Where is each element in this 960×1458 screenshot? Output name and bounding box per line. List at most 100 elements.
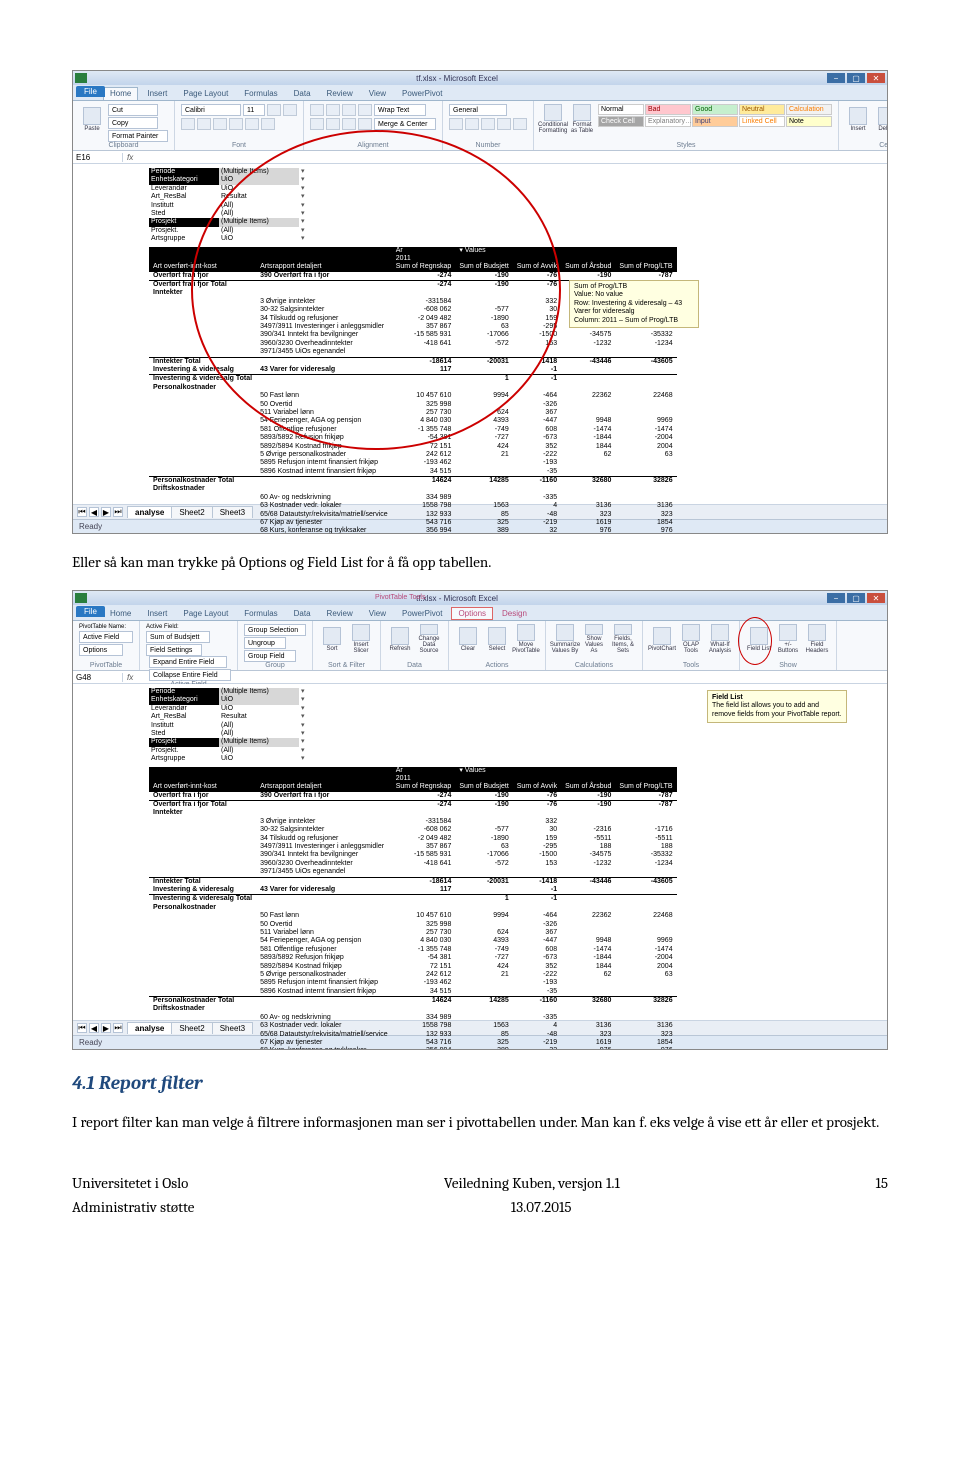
table-cell[interactable] <box>149 988 256 997</box>
tab-insert[interactable]: Insert <box>140 87 174 100</box>
table-cell[interactable]: 352 <box>513 963 561 971</box>
table-cell[interactable]: 9969 <box>615 417 676 425</box>
table-cell[interactable]: 325 <box>455 519 512 527</box>
minimize-button[interactable]: − <box>827 593 845 603</box>
table-cell[interactable]: 389 <box>455 527 512 534</box>
table-cell[interactable]: -54 381 <box>392 954 456 962</box>
cell-style-option[interactable]: Linked Cell <box>739 116 785 127</box>
table-cell[interactable] <box>455 818 512 826</box>
cond-format-button[interactable]: Conditional Formatting <box>540 104 566 134</box>
table-cell[interactable]: 4 <box>513 502 561 510</box>
table-cell[interactable]: -43446 <box>561 357 615 366</box>
table-cell[interactable] <box>149 1047 256 1050</box>
format-table-button[interactable]: Format as Table <box>569 104 595 134</box>
table-cell[interactable] <box>561 485 615 493</box>
table-cell[interactable] <box>455 348 512 357</box>
tab-powerpivot[interactable]: PowerPivot <box>395 607 449 620</box>
table-cell[interactable]: -331584 <box>392 818 456 826</box>
wrap-text-button[interactable]: Wrap Text <box>374 104 426 116</box>
select-button[interactable]: Select <box>484 624 510 654</box>
table-cell[interactable] <box>513 485 561 493</box>
table-cell[interactable]: -1 355 748 <box>392 426 456 434</box>
table-cell[interactable] <box>455 468 512 477</box>
table-cell[interactable]: -222 <box>513 451 561 459</box>
table-cell[interactable]: -20031 <box>455 877 512 886</box>
table-cell[interactable] <box>561 348 615 357</box>
column-header[interactable]: Artsrapport detaljert <box>256 783 392 791</box>
table-cell[interactable]: 34 Tilskudd og refusjoner <box>256 315 392 323</box>
table-cell[interactable]: -1844 <box>561 434 615 442</box>
table-cell[interactable] <box>149 851 256 859</box>
whatif-button[interactable]: What-If Analysis <box>707 624 733 654</box>
table-cell[interactable]: -274 <box>392 272 456 281</box>
table-cell[interactable] <box>615 384 676 392</box>
table-cell[interactable] <box>615 895 676 904</box>
filter-value[interactable]: Resultat <box>219 193 299 201</box>
table-cell[interactable] <box>455 868 512 877</box>
filter-value[interactable]: Resultat <box>219 713 299 721</box>
table-cell[interactable]: 50 Overtid <box>256 921 392 929</box>
table-cell[interactable] <box>615 494 676 502</box>
table-cell[interactable] <box>149 511 256 519</box>
slicer-button[interactable]: Insert Slicer <box>348 624 374 654</box>
table-cell[interactable]: 5893/5892 Refusjon frikjøp <box>256 954 392 962</box>
table-cell[interactable]: -48 <box>513 511 561 519</box>
table-cell[interactable] <box>455 485 512 493</box>
table-cell[interactable]: 581 Offentlige refusjoner <box>256 426 392 434</box>
tab-data[interactable]: Data <box>287 607 318 620</box>
close-button[interactable]: ✕ <box>867 73 885 83</box>
table-cell[interactable]: 32680 <box>561 997 615 1006</box>
table-cell[interactable] <box>615 401 676 409</box>
table-cell[interactable]: -447 <box>513 417 561 425</box>
table-cell[interactable]: 4 840 030 <box>392 417 456 425</box>
table-cell[interactable] <box>256 877 392 886</box>
table-cell[interactable]: 14285 <box>455 477 512 486</box>
pt-name-input[interactable]: Active Field <box>79 631 133 643</box>
table-cell[interactable] <box>149 306 256 314</box>
tab-formulas[interactable]: Formulas <box>237 87 284 100</box>
table-cell[interactable]: 608 <box>513 946 561 954</box>
table-cell[interactable] <box>149 954 256 962</box>
table-cell[interactable] <box>256 289 392 297</box>
cell-style-option[interactable]: Explanatory… <box>645 116 691 127</box>
table-cell[interactable] <box>149 426 256 434</box>
table-cell[interactable]: 63 <box>615 971 676 979</box>
table-cell[interactable]: 5895 Refusjon internt finansiert frikjøp <box>256 459 392 467</box>
table-cell[interactable]: 325 <box>455 1039 512 1047</box>
table-cell[interactable]: -1474 <box>561 946 615 954</box>
table-cell[interactable]: 132 933 <box>392 511 456 519</box>
table-cell[interactable]: 43 Varer for videresalg <box>256 366 392 375</box>
table-cell[interactable] <box>455 979 512 987</box>
table-cell[interactable] <box>256 485 392 493</box>
cell-style-option[interactable]: Input <box>692 116 738 127</box>
filter-value[interactable]: UiO <box>219 235 299 243</box>
table-cell[interactable] <box>149 860 256 868</box>
table-cell[interactable] <box>615 818 676 826</box>
table-cell[interactable]: 132 933 <box>392 1031 456 1039</box>
table-cell[interactable]: -1890 <box>455 315 512 323</box>
table-cell[interactable]: 65/68 Datautstyr/rekvisita/matriell/serv… <box>256 511 392 519</box>
sheet-nav-first[interactable]: ⏮ <box>77 1023 87 1033</box>
table-cell[interactable] <box>561 895 615 904</box>
filter-value[interactable]: UiO <box>219 755 299 763</box>
table-cell[interactable]: 323 <box>615 511 676 519</box>
font-color-icon[interactable] <box>261 118 275 130</box>
table-cell[interactable] <box>149 434 256 442</box>
table-cell[interactable]: 5 Øvrige personalkostnader <box>256 971 392 979</box>
field-list-button[interactable]: Field List <box>746 624 772 654</box>
table-cell[interactable]: 9994 <box>455 912 512 920</box>
table-cell[interactable]: Personalkostnader <box>149 384 256 392</box>
fill-color-icon[interactable] <box>245 118 259 130</box>
table-cell[interactable]: -1418 <box>513 357 561 366</box>
table-cell[interactable]: 3 Øvrige inntekter <box>256 298 392 306</box>
filter-dropdown-icon[interactable]: ▾ <box>299 747 309 755</box>
table-cell[interactable]: 34 Tilskudd og refusjoner <box>256 835 392 843</box>
plusminus-button[interactable]: +/- Buttons <box>775 624 801 654</box>
table-cell[interactable] <box>455 366 512 375</box>
table-cell[interactable]: 608 <box>513 426 561 434</box>
table-cell[interactable]: -295 <box>513 323 561 331</box>
table-cell[interactable]: 30-32 Salgsinntekter <box>256 306 392 314</box>
table-cell[interactable]: 1558 798 <box>392 1022 456 1030</box>
table-cell[interactable]: -15 585 931 <box>392 851 456 859</box>
table-cell[interactable]: -193 <box>513 459 561 467</box>
